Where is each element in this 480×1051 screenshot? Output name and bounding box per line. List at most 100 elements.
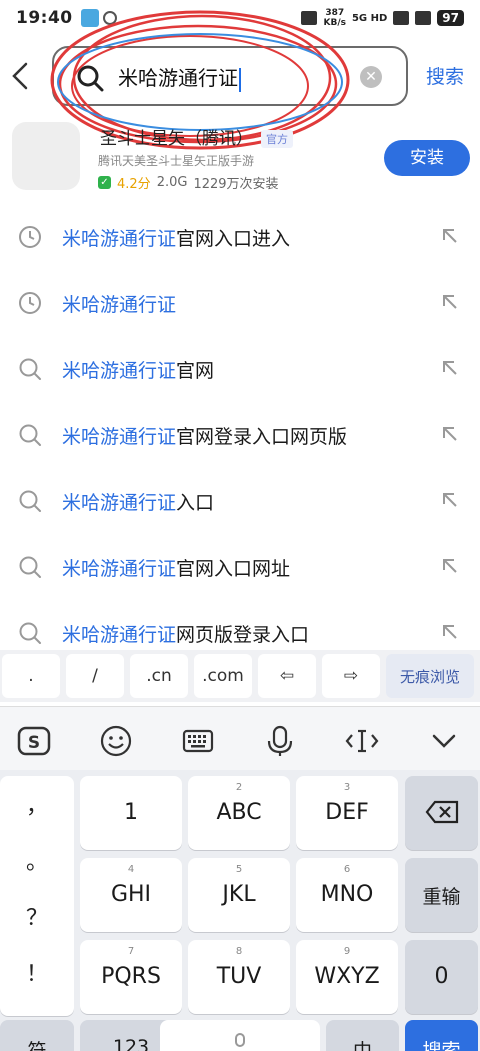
verified-shield-icon: ✓ bbox=[98, 176, 111, 189]
suggestion-highlight: 米哈游通行证 bbox=[62, 558, 177, 580]
key-6[interactable]: 6 MNO bbox=[296, 858, 398, 932]
text-caret bbox=[239, 67, 241, 92]
status-bar: 19:40 387 KB/s 5G HD 97 bbox=[0, 0, 480, 36]
shortcut-key[interactable]: ⇨ bbox=[322, 654, 380, 698]
suggestion-item[interactable]: 米哈游通行证入口 bbox=[0, 468, 480, 534]
suggestion-item[interactable]: 米哈游通行证 bbox=[0, 270, 480, 336]
official-badge: 官方 bbox=[261, 130, 293, 148]
chevron-down-icon[interactable] bbox=[426, 723, 462, 759]
key-number: 5 bbox=[235, 864, 243, 875]
suggestion-highlight: 米哈游通行证 bbox=[62, 360, 177, 382]
search-icon bbox=[19, 490, 41, 512]
search-icon bbox=[19, 358, 41, 380]
key-label: TUV bbox=[216, 964, 262, 989]
clear-icon[interactable]: ✕ bbox=[360, 66, 382, 88]
punctuation-column[interactable]: ， 。 ？ ！ bbox=[0, 776, 74, 1016]
punctuation-key[interactable]: ， bbox=[0, 788, 74, 820]
key-label: DEF bbox=[325, 800, 369, 825]
suggestion-text: 米哈游通行证官网入口进入 bbox=[62, 224, 290, 251]
suggestion-highlight: 米哈游通行证 bbox=[62, 492, 177, 514]
microphone-icon[interactable] bbox=[262, 723, 298, 759]
key-7[interactable]: 7 PQRS bbox=[80, 940, 182, 1014]
fill-in-arrow-icon[interactable] bbox=[440, 358, 460, 378]
key-number: 6 bbox=[343, 864, 351, 875]
suggestion-text: 米哈游通行证入口 bbox=[62, 488, 214, 515]
key-label: PQRS bbox=[101, 964, 161, 989]
key-2[interactable]: 2 ABC bbox=[188, 776, 290, 850]
key-8[interactable]: 8 TUV bbox=[188, 940, 290, 1014]
app-installs: 1229万次安装 bbox=[193, 177, 279, 192]
shortcut-key[interactable]: / bbox=[66, 654, 124, 698]
chinese-english-key[interactable]: 中 bbox=[326, 1020, 399, 1051]
key-label: 1 bbox=[124, 800, 138, 825]
search-icon bbox=[19, 556, 41, 578]
key-4[interactable]: 4 GHI bbox=[80, 858, 182, 932]
punctuation-key[interactable]: 。 bbox=[0, 844, 74, 876]
suggestion-list: 米哈游通行证官网入口进入 米哈游通行证 米哈游通行证官网 米哈游通行证官网登录入口网页… bbox=[0, 204, 480, 650]
app-meta: ✓ 4.2分 2.0G 1229万次安装 bbox=[98, 173, 279, 192]
key-label: JKL bbox=[222, 882, 256, 907]
microphone-icon bbox=[235, 1033, 245, 1047]
fill-in-arrow-icon[interactable] bbox=[440, 622, 460, 642]
suggestion-item[interactable]: 米哈游通行证官网入口网址 bbox=[0, 534, 480, 600]
shortcut-key[interactable]: .cn bbox=[130, 654, 188, 698]
key-number: 4 bbox=[127, 864, 135, 875]
status-time: 19:40 bbox=[16, 8, 73, 28]
suggestion-rest: 入口 bbox=[176, 492, 215, 514]
fill-in-arrow-icon[interactable] bbox=[440, 424, 460, 444]
space-key[interactable] bbox=[160, 1020, 320, 1051]
bottom-key-label: 符 bbox=[27, 1040, 47, 1051]
keyboard-icon[interactable] bbox=[180, 723, 216, 759]
key-9[interactable]: 9 WXYZ bbox=[296, 940, 398, 1014]
signal-icon bbox=[393, 11, 410, 25]
back-button[interactable] bbox=[8, 58, 36, 94]
punctuation-key[interactable]: ？ bbox=[0, 900, 74, 932]
key-3[interactable]: 3 DEF bbox=[296, 776, 398, 850]
emoji-icon[interactable] bbox=[98, 723, 134, 759]
search-button[interactable]: 搜索 bbox=[426, 62, 464, 89]
shortcut-key[interactable]: ⇦ bbox=[258, 654, 316, 698]
suggestion-item[interactable]: 米哈游通行证官网入口进入 bbox=[0, 204, 480, 270]
suggestion-item[interactable]: 米哈游通行证网页版登录入口 bbox=[0, 600, 480, 650]
chevron-left-icon bbox=[12, 62, 28, 90]
suggestion-item[interactable]: 米哈游通行证官网 bbox=[0, 336, 480, 402]
zero-key[interactable]: 0 bbox=[405, 940, 478, 1014]
key-label: GHI bbox=[110, 882, 152, 907]
network-speed-value: 387 bbox=[325, 8, 345, 18]
suggestion-rest: 官网入口进入 bbox=[176, 228, 291, 250]
search-input[interactable]: 米哈游通行证 bbox=[118, 62, 241, 92]
fill-in-arrow-icon[interactable] bbox=[440, 556, 460, 576]
key-number: 3 bbox=[343, 782, 351, 793]
punctuation-key[interactable]: ！ bbox=[0, 956, 74, 988]
fill-in-arrow-icon[interactable] bbox=[440, 292, 460, 312]
install-button[interactable]: 安装 bbox=[384, 140, 470, 176]
battery-indicator: 97 bbox=[437, 10, 464, 26]
backspace-key[interactable] bbox=[405, 776, 478, 850]
zero-label: 0 bbox=[434, 964, 449, 989]
suggestion-highlight: 米哈游通行证 bbox=[62, 624, 177, 646]
shortcut-key[interactable]: . bbox=[2, 654, 60, 698]
symbols-key[interactable]: 符 bbox=[0, 1020, 74, 1051]
search-box[interactable]: 米哈游通行证 ✕ bbox=[52, 46, 408, 106]
key-1[interactable]: 1 bbox=[80, 776, 182, 850]
suggestion-text: 米哈游通行证网页版登录入口 bbox=[62, 620, 309, 647]
suggestion-highlight: 米哈游通行证 bbox=[62, 228, 177, 250]
cursor-move-icon[interactable] bbox=[344, 723, 380, 759]
suggestion-text: 米哈游通行证官网入口网址 bbox=[62, 554, 290, 581]
app-name-text: 圣斗士星矢（腾讯） bbox=[100, 129, 253, 149]
sogou-logo-icon[interactable]: S bbox=[16, 723, 52, 759]
fill-in-arrow-icon[interactable] bbox=[440, 490, 460, 510]
key-5[interactable]: 5 JKL bbox=[188, 858, 290, 932]
search-key[interactable]: 搜索 bbox=[405, 1020, 478, 1051]
shortcut-key[interactable]: 无痕浏览 bbox=[386, 654, 474, 698]
shortcut-key[interactable]: .com bbox=[194, 654, 252, 698]
network-speed: 387 KB/s bbox=[323, 8, 345, 28]
fill-in-arrow-icon[interactable] bbox=[440, 226, 460, 246]
history-icon bbox=[19, 226, 41, 248]
app-result[interactable]: 圣斗士星矢（腾讯） 官方 腾讯天美圣斗士星矢正版手游 ✓ 4.2分 2.0G 12… bbox=[0, 118, 480, 198]
history-icon bbox=[19, 292, 41, 314]
suggestion-rest: 官网登录入口网页版 bbox=[176, 426, 348, 448]
reenter-key[interactable]: 重输 bbox=[405, 858, 478, 932]
suggestion-item[interactable]: 米哈游通行证官网登录入口网页版 bbox=[0, 402, 480, 468]
wifi-icon bbox=[415, 11, 432, 25]
